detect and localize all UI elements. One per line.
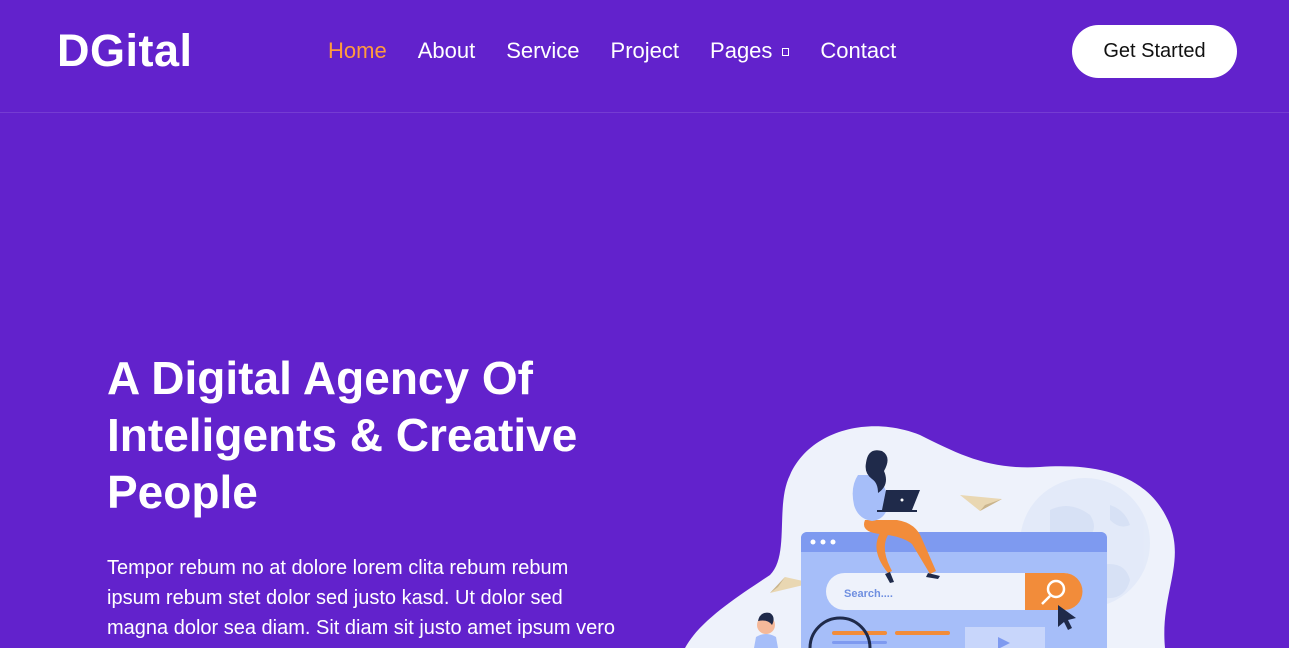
hero-description: Tempor rebum no at dolore lorem clita re…	[107, 553, 637, 643]
search-placeholder-text: Search....	[844, 588, 893, 600]
hero-title-line-1: A Digital Agency Of	[107, 352, 533, 404]
hero-title: A Digital Agency Of Inteligents & Creati…	[107, 350, 667, 521]
hero-title-line-3: People	[107, 466, 258, 518]
nav-item-about[interactable]: About	[418, 37, 476, 65]
hero-text-line-1: Tempor rebum no at dolore lorem clita re…	[107, 557, 569, 579]
navbar: DGital Home About Service Project Pages …	[0, 0, 1289, 113]
get-started-button[interactable]: Get Started	[1072, 25, 1237, 78]
hero-illustration: Search....	[685, 426, 1175, 648]
nav-item-service[interactable]: Service	[506, 37, 579, 65]
nav-item-project[interactable]: Project	[611, 37, 679, 65]
nav-item-pages[interactable]: Pages	[710, 37, 790, 65]
nav-item-pages-label: Pages	[710, 38, 773, 63]
brand-logo[interactable]: DGital	[57, 26, 193, 76]
hero-text-line-2: ipsum rebum stet dolor sed justo kasd. U…	[107, 587, 563, 609]
browser-window-graphic: Search....	[801, 532, 1107, 648]
nav-item-contact[interactable]: Contact	[820, 37, 896, 65]
nav-item-home[interactable]: Home	[328, 37, 387, 65]
dropdown-caret-icon	[782, 48, 790, 56]
hero-title-line-2: Inteligents & Creative	[107, 409, 578, 461]
nav-links: Home About Service Project Pages Contact	[328, 37, 927, 65]
hero-text-line-3: magna dolor sea diam. Sit diam sit justo…	[107, 617, 615, 639]
